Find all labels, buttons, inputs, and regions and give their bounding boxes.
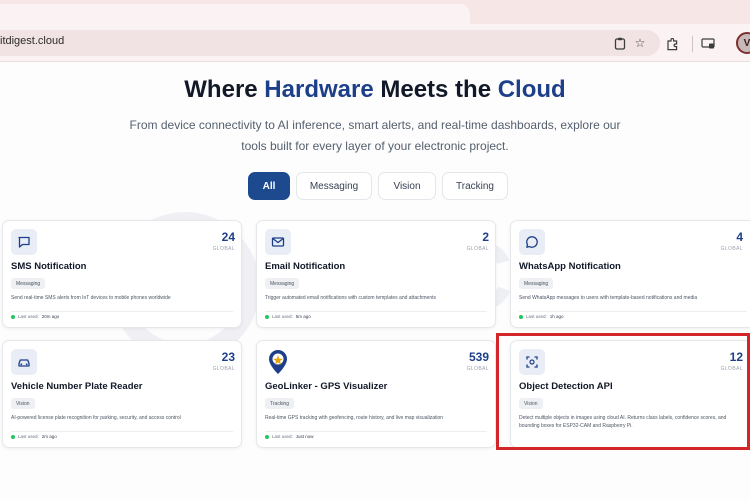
- chat-square-icon: [11, 229, 37, 255]
- usage-count-label: GLOBAL: [720, 366, 743, 372]
- extensions-puzzle-icon[interactable]: [664, 36, 680, 52]
- card-email-notification[interactable]: 2 GLOBAL Email Notification Messaging Tr…: [256, 220, 496, 328]
- usage-count: 2: [482, 230, 489, 244]
- last-used-row: Last used: 5m ago: [265, 314, 311, 319]
- category-filter-bar: All Messaging Vision Tracking: [248, 172, 508, 200]
- card-title: Vehicle Number Plate Reader: [11, 381, 143, 392]
- category-tag: Messaging: [11, 278, 46, 289]
- category-tag: Vision: [11, 398, 35, 409]
- card-title: SMS Notification: [11, 261, 87, 272]
- card-vehicle-number-plate-reader[interactable]: 23 GLOBAL Vehicle Number Plate Reader Vi…: [2, 340, 242, 448]
- card-divider: [11, 311, 233, 312]
- bookmark-star-icon[interactable]: ☆: [632, 35, 648, 51]
- usage-count: 4: [736, 230, 743, 244]
- card-divider: [265, 431, 487, 432]
- category-tag: Tracking: [265, 398, 294, 409]
- usage-count: 12: [729, 350, 743, 364]
- toolbar-separator: [692, 36, 693, 52]
- category-tag: Messaging: [265, 278, 300, 289]
- scan-target-icon: [519, 349, 545, 375]
- filter-tracking-button[interactable]: Tracking: [442, 172, 508, 200]
- card-description: Real-time GPS tracking with geofencing, …: [265, 415, 444, 421]
- category-tag: Messaging: [519, 278, 554, 289]
- filter-messaging-button[interactable]: Messaging: [296, 172, 372, 200]
- card-sms-notification[interactable]: 24 GLOBAL SMS Notification Messaging Sen…: [2, 220, 242, 328]
- usage-count: 23: [221, 350, 235, 364]
- usage-count-label: GLOBAL: [212, 366, 235, 372]
- hero-subtitle: From device connectivity to AI inference…: [129, 118, 621, 153]
- card-title: WhatsApp Notification: [519, 261, 621, 272]
- card-description: Trigger automated email notifications wi…: [265, 295, 437, 301]
- clipboard-icon[interactable]: [612, 35, 628, 51]
- card-description: Detect multiple objects in images using …: [519, 415, 727, 429]
- filter-all-button[interactable]: All: [248, 172, 290, 200]
- card-divider: [11, 431, 233, 432]
- usage-count-label: GLOBAL: [466, 246, 489, 252]
- card-description: Send WhatsApp messages to users with tem…: [519, 295, 698, 301]
- card-title: GeoLinker - GPS Visualizer: [265, 381, 388, 392]
- card-object-detection-api[interactable]: 12 GLOBAL Object Detection API Vision De…: [510, 340, 750, 448]
- last-used-row: Last used: Just now: [265, 434, 314, 439]
- status-dot: [265, 314, 269, 319]
- usage-count: 539: [468, 350, 489, 364]
- last-used-row: Last used: 2m ago: [11, 434, 57, 439]
- usage-count-label: GLOBAL: [720, 246, 743, 252]
- card-description: AI-powered license plate recognition for…: [11, 415, 181, 421]
- status-dot: [519, 314, 523, 319]
- page-content: CIRCUIT Where Hardware Meets the Cloud F…: [0, 62, 750, 500]
- map-pin-icon: [265, 349, 291, 375]
- card-title: Email Notification: [265, 261, 346, 272]
- card-geolinker-gps-visualizer[interactable]: 539 GLOBAL GeoLinker - GPS Visualizer Tr…: [256, 340, 496, 448]
- status-dot: [11, 314, 15, 319]
- address-bar[interactable]: itdigest.cloud ☆: [0, 30, 660, 56]
- card-description: Send real-time SMS alerts from IoT devic…: [11, 295, 171, 301]
- status-dot: [265, 434, 269, 439]
- profile-avatar[interactable]: V: [736, 32, 750, 54]
- card-title: Object Detection API: [519, 381, 613, 392]
- usage-count-label: GLOBAL: [466, 366, 489, 372]
- usage-count-label: GLOBAL: [212, 246, 235, 252]
- card-whatsapp-notification[interactable]: 4 GLOBAL WhatsApp Notification Messaging…: [510, 220, 750, 328]
- envelope-icon: [265, 229, 291, 255]
- media-cast-icon[interactable]: [700, 36, 716, 52]
- last-used-row: Last used: 20m ago: [11, 314, 59, 319]
- filter-vision-button[interactable]: Vision: [378, 172, 436, 200]
- car-icon: [11, 349, 37, 375]
- url-text: itdigest.cloud: [0, 35, 65, 47]
- card-divider: [519, 311, 747, 312]
- browser-toolbar: itdigest.cloud ☆ V: [0, 24, 750, 62]
- browser-tab-strip: [0, 0, 750, 24]
- last-used-row: Last used: 1h ago: [519, 314, 564, 319]
- card-divider: [265, 311, 487, 312]
- category-tag: Vision: [519, 398, 543, 409]
- status-dot: [11, 434, 15, 439]
- usage-count: 24: [221, 230, 235, 244]
- browser-tab[interactable]: [0, 4, 470, 24]
- hero-title: Where Hardware Meets the Cloud: [184, 76, 566, 103]
- whatsapp-bubble-icon: [519, 229, 545, 255]
